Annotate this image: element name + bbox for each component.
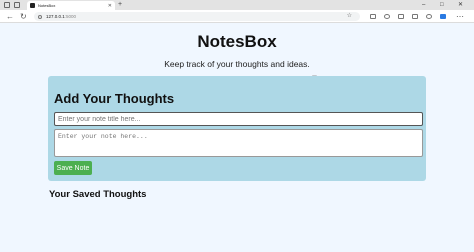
browser-tab-bar: NotesBox ✕ + – □ ✕ xyxy=(0,0,474,10)
maximize-icon[interactable]: □ xyxy=(440,0,444,10)
save-note-button[interactable]: Save Note xyxy=(54,161,92,175)
add-note-heading: Add Your Thoughts xyxy=(54,91,175,106)
url-port: :5000 xyxy=(64,14,77,19)
new-tab-icon[interactable]: + xyxy=(118,0,122,10)
more-menu-icon[interactable]: ⋯ xyxy=(456,11,464,22)
page-subtitle: Keep track of your thoughts and ideas. xyxy=(164,59,310,69)
split-screen-icon[interactable] xyxy=(398,14,404,19)
tab-title: NotesBox xyxy=(38,3,56,8)
favorites-icon[interactable] xyxy=(412,14,418,19)
close-window-icon[interactable]: ✕ xyxy=(458,0,463,10)
profile-icon[interactable] xyxy=(4,2,10,8)
tab-favicon-icon xyxy=(30,3,35,8)
tab-close-icon[interactable]: ✕ xyxy=(108,3,112,9)
browser-toolbar: ← ↻ 127.0.0.1 :5000 ☆ ⋯ xyxy=(0,10,474,23)
add-note-card: Add Your Thoughts Save Note xyxy=(48,76,426,181)
back-icon[interactable]: ← xyxy=(6,11,14,22)
browser-tab[interactable]: NotesBox ✕ xyxy=(27,1,115,10)
collections-icon[interactable] xyxy=(426,14,432,19)
reading-view-icon[interactable] xyxy=(370,14,376,19)
workspaces-icon[interactable] xyxy=(14,2,20,8)
saved-notes-heading: Your Saved Thoughts xyxy=(49,189,147,200)
bookmark-star-icon[interactable]: ☆ xyxy=(347,12,352,21)
site-info-icon[interactable] xyxy=(38,14,42,19)
minimize-icon[interactable]: – xyxy=(422,0,425,10)
extensions-icon[interactable] xyxy=(384,14,390,19)
refresh-icon[interactable]: ↻ xyxy=(20,11,27,22)
page-title: NotesBox xyxy=(197,32,277,51)
note-content-input[interactable] xyxy=(54,129,423,157)
url-host: 127.0.0.1 xyxy=(46,14,65,19)
copilot-icon[interactable] xyxy=(440,14,446,19)
note-title-input[interactable] xyxy=(54,112,423,126)
address-bar[interactable]: 127.0.0.1 :5000 ☆ xyxy=(34,12,360,21)
